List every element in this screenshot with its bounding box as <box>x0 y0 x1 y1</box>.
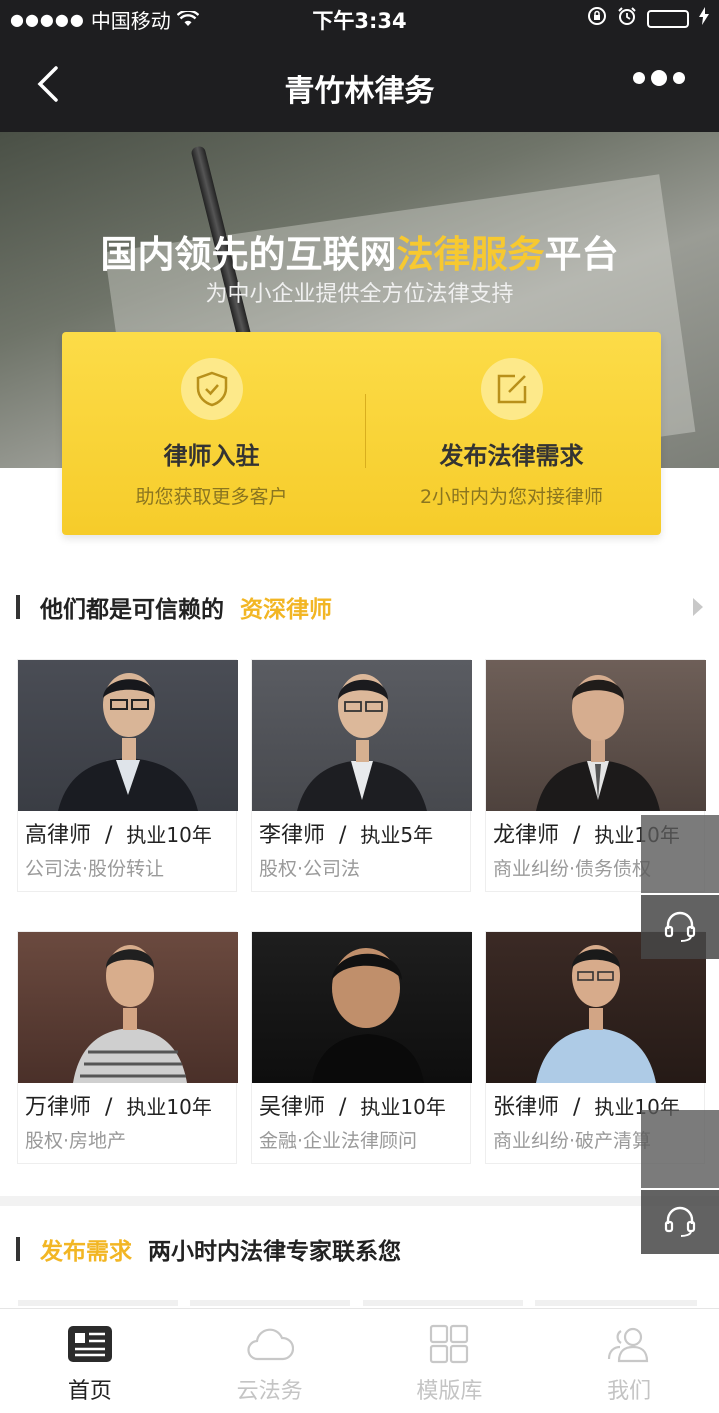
lawyer-name: 李律师 <box>259 823 326 848</box>
more-button[interactable] <box>633 70 685 86</box>
lawyer-join-button[interactable]: 律师入驻 助您获取更多客户 <box>62 332 361 535</box>
section-title-highlight: 发布需求 <box>40 1239 132 1265</box>
section-marker <box>16 1237 20 1261</box>
tab-label: 首页 <box>67 1379 112 1404</box>
section-title-plain: 他们都是可信赖的 <box>40 597 224 623</box>
request-section-title: 发布需求 两小时内法律专家联系您 <box>40 1232 401 1266</box>
lawyers-section-header[interactable]: 他们都是可信赖的 资深律师 <box>0 588 719 628</box>
hero-title-part2: 平台 <box>544 233 619 276</box>
lawyer-experience: 执业10年 <box>360 1095 446 1119</box>
lawyers-section-title: 他们都是可信赖的 资深律师 <box>40 590 332 624</box>
news-icon <box>66 1323 114 1365</box>
tab-templates[interactable]: 模版库 <box>360 1309 540 1413</box>
edit-icon <box>480 358 543 420</box>
lawyer-card[interactable]: 高律师 / 执业10年 公司法·股份转让 <box>17 659 238 892</box>
lawyer-experience: 执业10年 <box>126 823 212 847</box>
hero-title-highlight: 法律服务 <box>396 233 545 276</box>
lawyer-name: 张律师 <box>493 1095 560 1120</box>
tab-label: 我们 <box>607 1379 652 1404</box>
tab-home[interactable]: 首页 <box>0 1309 180 1413</box>
hero-title: 国内领先的互联网法律服务平台 <box>0 224 719 278</box>
grid-icon <box>425 1323 473 1365</box>
lawyer-card[interactable]: 万律师 / 执业10年 股权·房地产 <box>17 931 238 1164</box>
customer-service-button[interactable] <box>641 1190 719 1254</box>
request-card[interactable] <box>18 1300 178 1306</box>
tab-about-us[interactable]: 我们 <box>539 1309 719 1413</box>
post-request-subtitle: 2小时内为您对接律师 <box>419 486 604 508</box>
lawyer-join-subtitle: 助您获取更多客户 <box>135 486 288 508</box>
more-dot-icon <box>651 70 667 86</box>
lawyer-name: 龙律师 <box>493 823 560 848</box>
lawyer-experience: 执业10年 <box>126 1095 212 1119</box>
lawyer-specialty: 股权·房地产 <box>25 1130 127 1152</box>
tab-bar: 首页 云法务 模版库 我们 <box>0 1308 719 1413</box>
lawyer-name-line: 吴律师 / 执业10年 <box>259 1095 446 1120</box>
chevron-right-icon[interactable] <box>693 598 703 616</box>
lawyer-name-line: 万律师 / 执业10年 <box>25 1095 212 1120</box>
request-section-header[interactable]: 发布需求 两小时内法律专家联系您 <box>0 1230 719 1270</box>
app-page: ●●●●● 中国移动 下午3:34 青竹林律务 国内领先的互联网法律服务平台 为… <box>0 0 719 1413</box>
request-card[interactable] <box>535 1300 697 1306</box>
lawyer-photo <box>18 660 238 811</box>
tab-label: 云法务 <box>236 1379 303 1404</box>
action-card: 律师入驻 助您获取更多客户 发布法律需求 2小时内为您对接律师 <box>62 332 661 535</box>
lawyer-photo <box>18 932 238 1083</box>
lawyer-photo <box>486 660 706 811</box>
battery-icon <box>647 9 689 28</box>
cloud-icon <box>246 1323 294 1365</box>
lawyer-specialty: 股权·公司法 <box>259 858 361 880</box>
alarm-icon <box>617 6 637 31</box>
more-dot-icon <box>633 72 645 84</box>
charging-icon <box>699 7 709 30</box>
lawyer-name: 高律师 <box>25 823 92 848</box>
hero-subtitle: 为中小企业提供全方位法律支持 <box>205 282 514 307</box>
navigation-bar: 青竹林律务 <box>0 36 719 132</box>
headset-icon <box>664 911 696 942</box>
request-card[interactable] <box>363 1300 523 1306</box>
tab-label: 模版库 <box>416 1379 483 1404</box>
lawyer-name: 万律师 <box>25 1095 92 1120</box>
floating-panel[interactable] <box>641 1110 719 1188</box>
lawyer-photo <box>252 660 472 811</box>
customer-service-button[interactable] <box>641 895 719 959</box>
hero-title-part1: 国内领先的互联网 <box>100 233 397 276</box>
section-title-highlight: 资深律师 <box>240 597 333 623</box>
lawyer-name: 吴律师 <box>259 1095 326 1120</box>
tab-cloud-legal[interactable]: 云法务 <box>180 1309 360 1413</box>
shield-check-icon <box>180 358 243 420</box>
lawyer-specialty: 金融·企业法律顾问 <box>259 1130 418 1152</box>
lawyer-name-line: 李律师 / 执业5年 <box>259 823 434 848</box>
lawyer-join-title: 律师入驻 <box>163 442 260 470</box>
page-title: 青竹林律务 <box>284 74 435 109</box>
lawyer-name-line: 高律师 / 执业10年 <box>25 823 212 848</box>
lawyer-card[interactable]: 李律师 / 执业5年 股权·公司法 <box>251 659 472 892</box>
post-request-title: 发布法律需求 <box>439 442 584 470</box>
people-icon <box>605 1323 653 1365</box>
lawyer-card[interactable]: 吴律师 / 执业10年 金融·企业法律顾问 <box>251 931 472 1164</box>
section-marker <box>16 595 20 619</box>
lawyer-specialty: 商业纠纷·债务债权 <box>493 858 652 880</box>
request-card[interactable] <box>190 1300 350 1306</box>
post-request-button[interactable]: 发布法律需求 2小时内为您对接律师 <box>362 332 661 535</box>
lawyer-experience: 执业5年 <box>360 823 434 847</box>
headset-icon <box>664 1206 696 1237</box>
rotation-lock-icon <box>587 6 607 31</box>
lawyer-photo <box>252 932 472 1083</box>
floating-panel[interactable] <box>641 815 719 893</box>
lawyer-specialty: 商业纠纷·破产清算 <box>493 1130 652 1152</box>
lawyer-specialty: 公司法·股份转让 <box>25 858 165 880</box>
status-bar: ●●●●● 中国移动 下午3:34 <box>0 0 719 36</box>
section-title-plain: 两小时内法律专家联系您 <box>148 1239 402 1265</box>
more-dot-icon <box>673 72 685 84</box>
section-divider <box>0 1196 719 1206</box>
